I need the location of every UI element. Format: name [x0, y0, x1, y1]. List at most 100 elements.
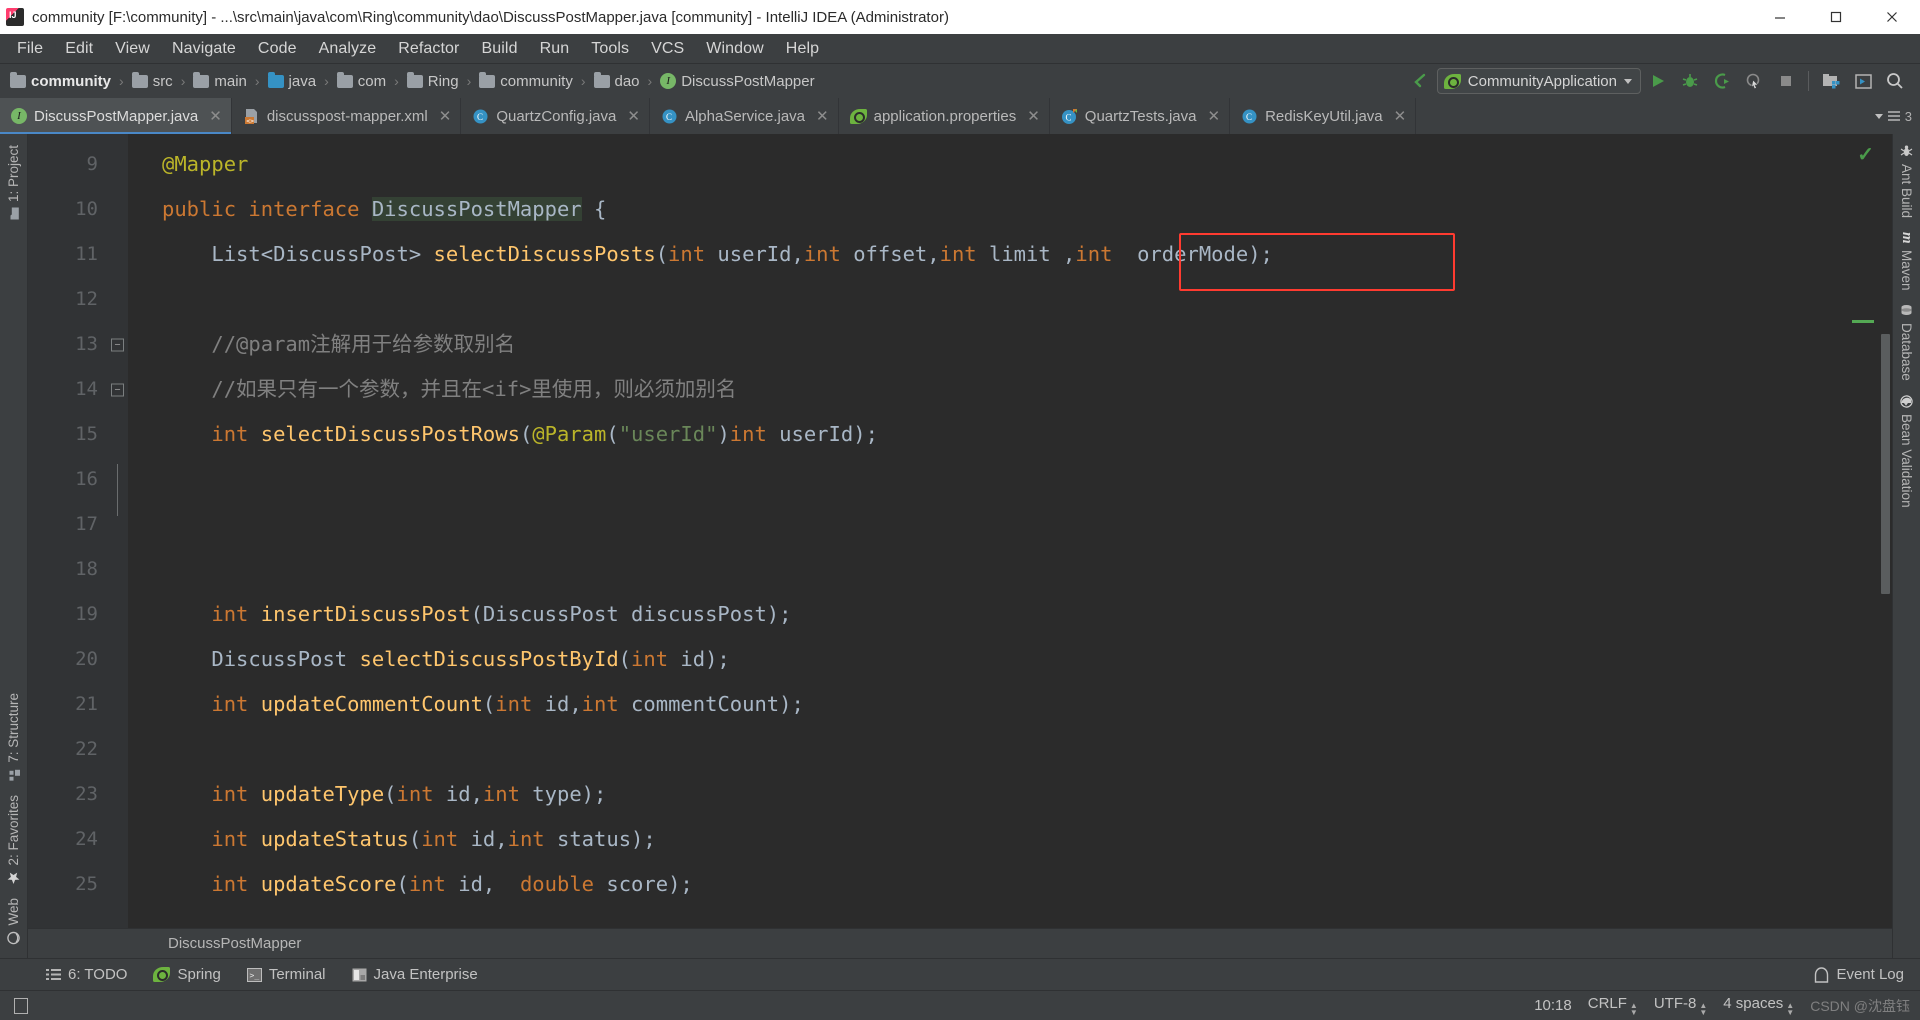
- menu-navigate[interactable]: Navigate: [161, 37, 247, 61]
- sidebar-item-ant-build[interactable]: Ant Build: [1899, 138, 1914, 225]
- code-token: insertDiscussPost: [260, 602, 471, 626]
- sidebar-item-bean-validation[interactable]: Bean Validation: [1899, 388, 1914, 515]
- event-log-button[interactable]: Event Log: [1814, 966, 1920, 983]
- breadcrumb-item-src[interactable]: src: [130, 71, 175, 92]
- project-structure-button[interactable]: [1816, 67, 1846, 95]
- menu-vcs[interactable]: VCS: [640, 37, 695, 61]
- sidebar-item-structure[interactable]: 7: Structure: [6, 686, 21, 788]
- code-token: int: [162, 827, 249, 851]
- breadcrumb-item-ring[interactable]: Ring: [405, 71, 461, 92]
- tool-window-terminal[interactable]: >_ Terminal: [246, 966, 326, 983]
- menu-window[interactable]: Window: [695, 37, 775, 61]
- code-line: //@param注解用于给参数取别名: [128, 322, 1892, 367]
- tab-alphaservice-java[interactable]: C AlphaService.java ✕: [650, 98, 839, 134]
- breadcrumb-item-com[interactable]: com: [335, 71, 388, 92]
- encoding-selector[interactable]: UTF-8 ▲ ▼: [1654, 995, 1707, 1017]
- minimize-button[interactable]: [1752, 0, 1808, 34]
- code-token: ;: [1260, 242, 1273, 266]
- tool-window-todo[interactable]: 6: TODO: [46, 966, 127, 983]
- svg-text:C: C: [1246, 112, 1252, 122]
- debug-button[interactable]: [1675, 67, 1705, 95]
- tab-discusspost-mapper-xml[interactable]: <> discusspost-mapper.xml ✕: [232, 98, 462, 134]
- search-everywhere-button[interactable]: [1880, 67, 1910, 95]
- run-with-coverage-button[interactable]: [1707, 67, 1737, 95]
- main-content-row: 1: Project 7: Structure 2: Favorites Web: [0, 134, 1920, 958]
- close-icon[interactable]: ✕: [627, 107, 640, 125]
- code-fold-toggle[interactable]: −: [111, 383, 124, 396]
- code-token: ): [779, 692, 792, 716]
- back-arrow-icon[interactable]: [1405, 67, 1435, 95]
- sidebar-item-project[interactable]: 1: Project: [6, 138, 21, 226]
- run-button[interactable]: [1643, 67, 1673, 95]
- menu-edit[interactable]: Edit: [54, 37, 104, 61]
- menu-help[interactable]: Help: [775, 37, 830, 61]
- menu-tools[interactable]: Tools: [580, 37, 640, 61]
- close-icon[interactable]: ✕: [816, 107, 829, 125]
- hide-tool-windows-icon[interactable]: [14, 997, 28, 1014]
- close-icon[interactable]: ✕: [1208, 107, 1221, 125]
- run-configuration-selector[interactable]: CommunityApplication: [1436, 68, 1641, 94]
- menu-build[interactable]: Build: [470, 37, 528, 61]
- close-icon[interactable]: ✕: [439, 107, 452, 125]
- close-button[interactable]: [1864, 0, 1920, 34]
- tab-discusspostmapper-java[interactable]: I DiscussPostMapper.java ✕: [0, 98, 232, 134]
- editor-breadcrumb[interactable]: DiscussPostMapper: [28, 928, 1892, 958]
- code-token: (: [618, 647, 632, 671]
- breadcrumb-item-main[interactable]: main: [191, 71, 249, 92]
- sidebar-item-favorites[interactable]: 2: Favorites: [6, 788, 21, 892]
- maximize-button[interactable]: [1808, 0, 1864, 34]
- menu-run[interactable]: Run: [529, 37, 581, 61]
- menu-file[interactable]: File: [6, 37, 54, 61]
- code-fold-toggle[interactable]: −: [111, 338, 124, 351]
- breadcrumb-item-community-pkg[interactable]: community: [477, 71, 575, 92]
- breadcrumb: community › src › main › java › com › Ri…: [8, 71, 817, 92]
- tab-quartzconfig-java[interactable]: C QuartzConfig.java ✕: [461, 98, 650, 134]
- breadcrumb-separator: ›: [580, 73, 586, 89]
- tab-application-properties[interactable]: application.properties ✕: [839, 98, 1050, 134]
- editor-scrollbar-track[interactable]: [1878, 134, 1892, 928]
- code-token: public interface: [162, 197, 372, 221]
- breadcrumb-item-dao[interactable]: dao: [592, 71, 642, 92]
- inspection-ok-icon: ✓: [1857, 144, 1874, 166]
- line-number: 12: [75, 288, 98, 310]
- breadcrumb-item-java[interactable]: java: [266, 71, 319, 92]
- code-token: int: [803, 242, 841, 266]
- sidebar-label: Database: [1899, 323, 1914, 382]
- stop-button[interactable]: [1771, 67, 1801, 95]
- chevron-down-icon: [1874, 113, 1883, 119]
- code-token: orderMode: [1112, 242, 1249, 266]
- folder-icon: [593, 71, 610, 88]
- menu-refactor[interactable]: Refactor: [387, 37, 470, 61]
- breadcrumb-item-community[interactable]: community: [8, 71, 113, 92]
- code-token: int: [162, 782, 249, 806]
- show-in-window-button[interactable]: [1848, 67, 1878, 95]
- close-icon[interactable]: ✕: [1027, 107, 1040, 125]
- menu-analyze[interactable]: Analyze: [308, 37, 388, 61]
- menu-view[interactable]: View: [104, 37, 161, 61]
- folder-icon: [10, 71, 26, 88]
- tool-window-java-enterprise[interactable]: Java Enterprise: [352, 966, 478, 983]
- close-icon[interactable]: ✕: [209, 107, 222, 125]
- sidebar-label: 1: Project: [6, 145, 21, 203]
- line-number: 23: [75, 783, 98, 805]
- indent-selector[interactable]: 4 spaces ▲ ▼: [1723, 995, 1794, 1017]
- caret-position[interactable]: 10:18: [1534, 997, 1572, 1014]
- chevron-down-icon: [1624, 78, 1632, 84]
- close-icon[interactable]: ✕: [1394, 107, 1407, 125]
- editor-scrollbar-thumb[interactable]: [1881, 334, 1890, 594]
- tab-label: DiscussPostMapper.java: [34, 107, 199, 125]
- tab-overflow-control[interactable]: 3: [1874, 98, 1920, 134]
- tool-window-spring[interactable]: Spring: [153, 966, 221, 983]
- sidebar-item-web[interactable]: Web: [6, 891, 21, 952]
- project-folder-icon: [6, 207, 21, 220]
- sidebar-item-database[interactable]: Database: [1899, 297, 1914, 388]
- menu-code[interactable]: Code: [247, 37, 308, 61]
- source-code[interactable]: @Mapper public interface DiscussPostMappe…: [128, 134, 1892, 928]
- line-number: 17: [75, 513, 98, 535]
- sidebar-item-maven[interactable]: m Maven: [1898, 225, 1915, 297]
- tab-rediskeyutil-java[interactable]: C RedisKeyUtil.java ✕: [1230, 98, 1417, 134]
- line-separator-selector[interactable]: CRLF ▲ ▼: [1588, 995, 1638, 1017]
- breadcrumb-item-discusspostmapper[interactable]: I DiscussPostMapper: [658, 71, 816, 92]
- tab-quartztests-java[interactable]: C QuartzTests.java ✕: [1050, 98, 1231, 134]
- profile-button[interactable]: [1739, 67, 1769, 95]
